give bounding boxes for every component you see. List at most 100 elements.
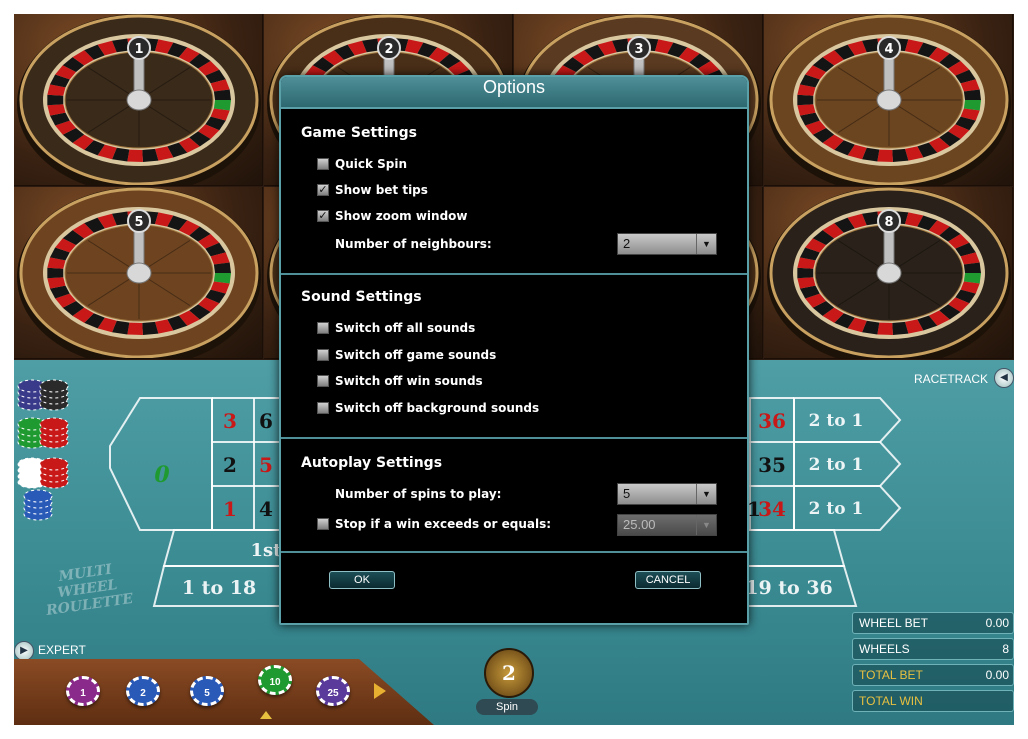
info-label: TOTAL WIN (859, 694, 923, 708)
info-label: TOTAL BET (859, 668, 923, 682)
column-bet-label: 2 to 1 (809, 411, 864, 431)
section-divider (281, 273, 747, 275)
expert-label: EXPERT (38, 643, 86, 658)
zero-number: 0 (154, 462, 170, 488)
game-sounds-checkbox[interactable] (317, 349, 329, 361)
autoplay-settings-title: Autoplay Settings (301, 455, 443, 471)
number-cell: 1 (223, 497, 237, 521)
wheel-hub (126, 262, 152, 284)
section-divider (281, 437, 747, 439)
win-sounds-option[interactable]: Switch off win sounds (317, 374, 483, 388)
wheel-graphic: 8 (767, 187, 1011, 358)
wheel-number-label: 2 (384, 42, 393, 57)
section-divider (281, 551, 747, 553)
roulette-wheel-8[interactable]: 8 (764, 187, 1013, 359)
all-sounds-checkbox[interactable] (317, 322, 329, 334)
chip-5[interactable]: 5 (190, 676, 224, 706)
selected-chip-marker-icon (260, 711, 272, 719)
info-value: 0.00 (985, 668, 1009, 682)
chip-stack (39, 417, 69, 431)
number-cell: 35 (758, 453, 786, 477)
spins-value: 5 (623, 486, 631, 501)
info-label: WHEEL BET (859, 616, 928, 630)
show-zoom-window-checkbox[interactable]: ✓ (317, 210, 329, 222)
ok-button[interactable]: OK (329, 571, 395, 589)
chip-stack (23, 489, 53, 503)
options-dialog: Options Game Settings Quick Spin ✓ Show b… (279, 75, 749, 625)
background-sounds-option[interactable]: Switch off background sounds (317, 401, 539, 415)
show-bet-tips-checkbox[interactable]: ✓ (317, 184, 329, 196)
wheel-pocket (877, 149, 893, 162)
roulette-wheel-5[interactable]: 5 (14, 187, 263, 359)
stop-win-checkbox[interactable] (317, 518, 329, 530)
wheel-number-label: 5 (134, 215, 143, 230)
show-zoom-window-label: Show zoom window (335, 209, 468, 223)
win-sounds-checkbox[interactable] (317, 375, 329, 387)
arrow-right-icon: ▶ (14, 641, 34, 661)
chevron-down-icon: ▼ (696, 484, 716, 504)
number-cell: 2 (223, 453, 237, 477)
number-cell: 34 (758, 497, 786, 521)
wheel-pocket (797, 267, 814, 279)
chip-2[interactable]: 2 (126, 676, 160, 706)
info-value: 8 (1002, 642, 1009, 656)
all-sounds-label: Switch off all sounds (335, 321, 476, 335)
chip-stack (39, 379, 69, 393)
stop-win-label: Stop if a win exceeds or equals: (335, 517, 552, 531)
racetrack-toggle-button[interactable]: ◀ (994, 368, 1014, 388)
wheel-graphic: 4 (767, 14, 1011, 185)
chevron-down-icon: ▼ (696, 515, 716, 535)
info-row: WHEEL BET 0.00 (852, 612, 1014, 634)
cancel-button[interactable]: CANCEL (635, 571, 701, 589)
info-row: TOTAL WIN (852, 690, 1014, 712)
outside-bet-label: 1 to 18 (182, 577, 256, 599)
number-cell: 3 (223, 409, 237, 433)
chip-10[interactable]: 10 (258, 665, 292, 695)
wheel-pocket (47, 267, 64, 279)
chips-next-arrow-icon[interactable] (374, 683, 386, 699)
wheel-hub (876, 262, 902, 284)
wheel-pocket (877, 322, 893, 335)
wheel-pocket (127, 322, 143, 335)
quick-spin-option[interactable]: Quick Spin (317, 157, 407, 171)
wheel-graphic: 1 (17, 14, 261, 185)
number-cell: 1 (747, 497, 761, 521)
stop-win-value: 25.00 (623, 517, 656, 532)
game-stage: 12345678 032165436353412 to 12 to 12 to … (14, 14, 1014, 725)
wheel-graphic: 5 (17, 187, 261, 358)
chip-25[interactable]: 25 (316, 676, 350, 706)
background-sounds-checkbox[interactable] (317, 402, 329, 414)
game-sounds-label: Switch off game sounds (335, 348, 497, 362)
quick-spin-checkbox[interactable] (317, 158, 329, 170)
game-settings-title: Game Settings (301, 125, 417, 141)
stop-win-option[interactable]: Stop if a win exceeds or equals: (317, 517, 551, 531)
background-sounds-label: Switch off background sounds (335, 401, 540, 415)
roulette-wheel-4[interactable]: 4 (764, 14, 1013, 186)
roulette-wheel-1[interactable]: 1 (14, 14, 263, 186)
expert-toggle[interactable]: ▶ EXPERT (14, 641, 86, 661)
number-cell: 4 (259, 497, 273, 521)
neighbours-value: 2 (623, 236, 631, 251)
column-bet-label: 2 to 1 (809, 455, 864, 475)
dozen-first-label: 1st (251, 540, 283, 561)
show-bet-tips-option[interactable]: ✓ Show bet tips (317, 183, 428, 197)
dialog-title: Options (281, 77, 747, 109)
wheel-number-label: 1 (134, 42, 143, 57)
wheel-number-label: 4 (884, 42, 893, 57)
wheel-pocket (127, 149, 143, 162)
racetrack-label: RACETRACK (914, 372, 989, 386)
all-sounds-option[interactable]: Switch off all sounds (317, 321, 475, 335)
wheel-hub (126, 89, 152, 111)
spins-label: Number of spins to play: (335, 487, 502, 501)
wheel-pocket (47, 94, 64, 106)
spin-button[interactable]: 2 (484, 648, 534, 698)
game-sounds-option[interactable]: Switch off game sounds (317, 348, 496, 362)
info-value: 0.00 (985, 616, 1009, 630)
spin-label[interactable]: Spin (476, 699, 538, 715)
spins-select[interactable]: 5 ▼ (617, 483, 717, 505)
neighbours-select[interactable]: 2 ▼ (617, 233, 717, 255)
info-row: WHEELS 8 (852, 638, 1014, 660)
show-zoom-window-option[interactable]: ✓ Show zoom window (317, 209, 468, 223)
chip-1[interactable]: 1 (66, 676, 100, 706)
wheel-number-label: 8 (884, 215, 893, 230)
